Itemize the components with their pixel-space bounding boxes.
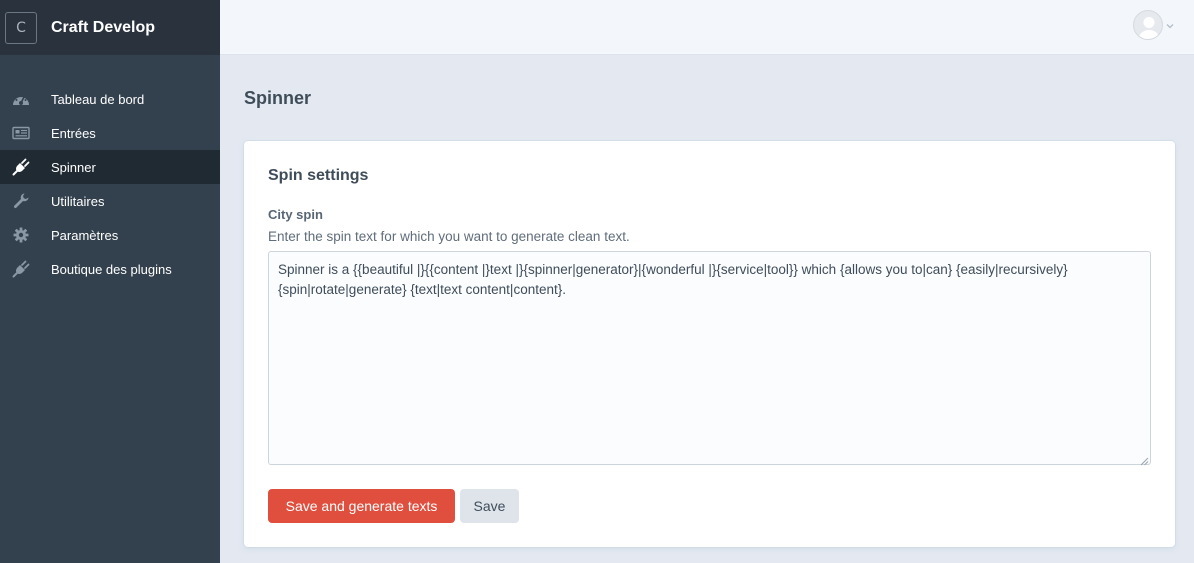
nav-item-label: Paramètres	[51, 227, 119, 243]
section-title: Spin settings	[268, 167, 369, 184]
sidebar: C Craft Develop Tableau de bord Entrées …	[0, 0, 220, 563]
user-menu-button[interactable]	[1133, 10, 1174, 40]
city-spin-textarea[interactable]: Spinner is a {{beautiful |}{{content |}t…	[268, 251, 1151, 465]
nav-item-label: Boutique des plugins	[51, 261, 172, 277]
save-button[interactable]: Save	[460, 489, 519, 523]
spin-settings-card: Spin settings City spin Enter the spin t…	[244, 141, 1175, 547]
nav-item-label: Tableau de bord	[51, 91, 145, 107]
chevron-down-icon	[1166, 16, 1174, 34]
nav-item-dashboard[interactable]: Tableau de bord	[0, 82, 220, 116]
gear-icon	[0, 226, 51, 244]
nav-item-label: Entrées	[51, 125, 96, 141]
nav-item-settings[interactable]: Paramètres	[0, 218, 220, 252]
field-label: City spin	[268, 207, 323, 222]
dashboard-gauge-icon	[0, 92, 51, 106]
nav-item-spinner[interactable]: Spinner	[0, 150, 220, 184]
user-avatar-icon	[1133, 10, 1163, 40]
nav-item-label: Utilitaires	[51, 193, 105, 209]
sidebar-header: C Craft Develop	[0, 0, 220, 55]
main-nav: Tableau de bord Entrées Spinner Utilitai…	[0, 82, 220, 286]
field-instructions: Enter the spin text for which you want t…	[268, 229, 630, 244]
resize-handle-icon[interactable]	[1139, 453, 1149, 466]
site-logo[interactable]: C	[5, 11, 37, 44]
top-bar	[220, 0, 1194, 55]
nav-item-plugin-store[interactable]: Boutique des plugins	[0, 252, 220, 286]
nav-item-utilities[interactable]: Utilitaires	[0, 184, 220, 218]
page-title: Spinner	[244, 88, 312, 108]
newspaper-icon	[0, 126, 51, 140]
site-name[interactable]: Craft Develop	[51, 19, 155, 37]
plug-icon	[0, 260, 51, 278]
save-and-generate-button[interactable]: Save and generate texts	[268, 489, 455, 523]
nav-item-label: Spinner	[51, 159, 96, 175]
plugin-plug-icon	[0, 158, 51, 176]
wrench-icon	[0, 192, 51, 210]
nav-item-entries[interactable]: Entrées	[0, 116, 220, 150]
